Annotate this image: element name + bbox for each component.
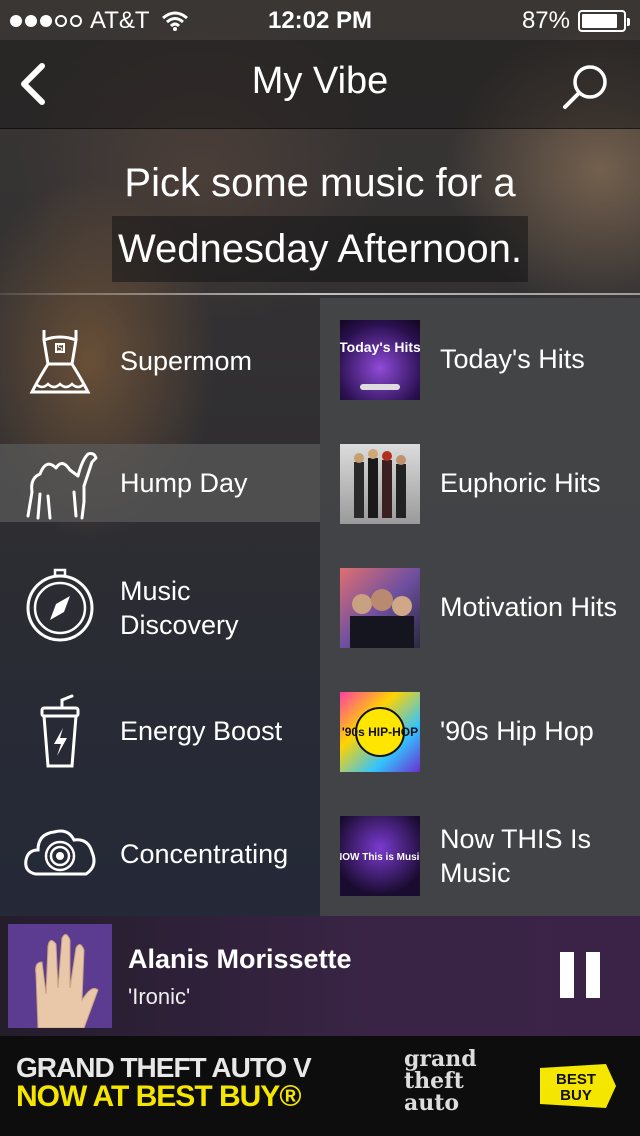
- now-playing-bar[interactable]: Alanis Morissette 'Ironic': [0, 916, 640, 1036]
- headline-line2: Wednesday Afternoon.: [112, 216, 528, 282]
- best-buy-logo: BEST BUY: [540, 1064, 616, 1108]
- status-bar: AT&T 12:02 PM 87%: [0, 0, 640, 40]
- mood-item-supermom[interactable]: S Supermom: [0, 298, 320, 443]
- station-art-euphoric-hits: [340, 444, 420, 524]
- mood-label: Energy Boost: [120, 716, 283, 746]
- station-art-todays-hits: Today's Hits: [340, 320, 420, 400]
- station-label: '90s Hip Hop: [440, 716, 594, 746]
- headline: Pick some music for a Wednesday Afternoo…: [0, 150, 640, 282]
- station-item-90s-hip-hop[interactable]: '90s HIP-HOP '90s Hip Hop: [320, 672, 640, 782]
- page-title: My Vibe: [251, 60, 389, 102]
- mood-label: Supermom: [120, 346, 253, 376]
- station-art-90s-hip-hop: '90s HIP-HOP: [340, 692, 420, 772]
- battery-icon: [578, 10, 630, 32]
- headline-line1: Pick some music for a: [124, 161, 516, 205]
- pause-button[interactable]: [560, 952, 600, 998]
- station-item-todays-hits[interactable]: Today's Hits Today's Hits: [320, 300, 640, 410]
- drink-cup-icon: [40, 694, 80, 768]
- gta-logo: grand theft auto: [404, 1046, 477, 1116]
- mood-item-concentrating[interactable]: Concentrating: [0, 794, 320, 916]
- compass-icon: [26, 568, 94, 642]
- station-art-text: Today's Hits: [340, 339, 420, 355]
- station-art-now-this-is-music: NOW This is Music: [340, 816, 420, 896]
- status-right: 87%: [521, 7, 630, 35]
- mood-label: Hump Day: [120, 468, 248, 498]
- station-item-motivation-hits[interactable]: Motivation Hits: [320, 548, 640, 658]
- station-art-text: '90s HIP-HOP: [342, 725, 418, 739]
- mood-item-music-discovery[interactable]: Music Discovery: [0, 522, 320, 670]
- mood-item-energy-boost[interactable]: Energy Boost: [0, 670, 320, 794]
- dress-icon: S: [29, 330, 91, 394]
- station-label: Euphoric Hits: [440, 468, 601, 498]
- divider: [0, 293, 640, 295]
- station-label: Today's Hits: [440, 344, 585, 374]
- svg-text:BUY: BUY: [560, 1087, 592, 1104]
- camel-icon: [26, 452, 98, 520]
- station-item-euphoric-hits[interactable]: Euphoric Hits: [320, 424, 640, 534]
- album-art: [8, 924, 112, 1028]
- mood-item-hump-day[interactable]: Hump Day: [0, 444, 320, 522]
- navigation-bar: My Vibe: [0, 40, 640, 129]
- station-list: Today's Hits Today's Hits Euphoric Hits: [320, 298, 640, 916]
- station-art-motivation-hits: [340, 568, 420, 648]
- now-playing-song: 'Ironic': [128, 984, 191, 1009]
- search-icon[interactable]: [560, 62, 610, 112]
- station-label: Motivation Hits: [440, 592, 618, 622]
- svg-text:BEST: BEST: [556, 1071, 596, 1088]
- battery-percent: 87%: [521, 7, 570, 34]
- station-label: Now THIS Is Music: [440, 824, 592, 888]
- ad-banner[interactable]: GRAND THEFT AUTO V NOW AT BEST BUY® gran…: [0, 1036, 640, 1136]
- station-item-now-this-is-music[interactable]: NOW This is Music Now THIS Is Music: [320, 796, 640, 906]
- pause-icon: [560, 952, 574, 998]
- station-art-text: NOW This is Music: [340, 852, 420, 863]
- target-cloud-icon: [24, 829, 96, 876]
- now-playing-artist: Alanis Morissette: [128, 944, 352, 974]
- svg-text:S: S: [57, 344, 63, 354]
- mood-label: Music Discovery: [120, 576, 239, 640]
- ad-subheadline: NOW AT BEST BUY®: [16, 1080, 301, 1113]
- mood-label: Concentrating: [120, 839, 289, 869]
